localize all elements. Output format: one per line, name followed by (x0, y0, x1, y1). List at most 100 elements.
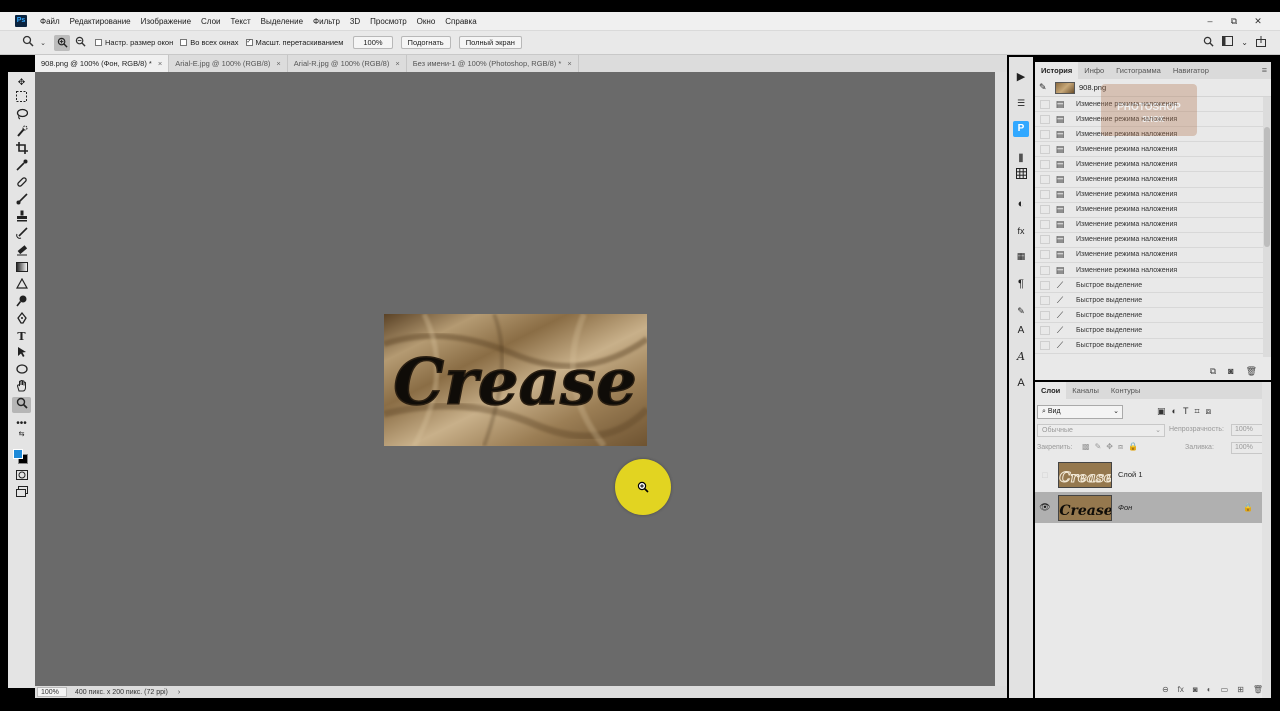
play-icon[interactable]: ▶ (1013, 69, 1029, 85)
type-filter-icon[interactable]: T (1183, 406, 1189, 417)
marquee-tool-icon[interactable] (12, 91, 31, 107)
history-brush-source-checkbox[interactable] (1040, 341, 1050, 351)
trash-icon[interactable]: 🗑 (1246, 366, 1257, 377)
history-item[interactable]: ⟋ Быстрое выделение (1035, 278, 1271, 294)
history-brush-source-checkbox[interactable] (1040, 325, 1050, 335)
blur-tool-icon[interactable] (12, 277, 31, 294)
menu-3d[interactable]: 3D (345, 17, 365, 26)
history-brush-source-checkbox[interactable] (1040, 310, 1050, 320)
minimize-icon[interactable]: – (1198, 16, 1222, 27)
dodge-tool-icon[interactable] (12, 295, 31, 311)
clone-stamp-tool-icon[interactable] (12, 210, 31, 226)
layer-comps-icon[interactable]: ⫼ (1013, 150, 1029, 166)
character-styles-icon[interactable]: A (1013, 323, 1029, 339)
close-tab-icon[interactable]: × (395, 59, 399, 68)
history-item[interactable]: ▤ Изменение режима наложения (1035, 263, 1271, 279)
history-item[interactable]: ▤ Изменение режима наложения (1035, 188, 1271, 203)
smart-object-filter-icon[interactable]: ⧈ (1206, 406, 1212, 417)
close-tab-icon[interactable]: × (567, 59, 571, 68)
history-item[interactable]: ⟋ Быстрое выделение (1035, 323, 1271, 339)
crop-tool-icon[interactable] (12, 142, 31, 158)
eraser-tool-icon[interactable] (12, 244, 31, 260)
swatches-icon[interactable]: ▦ (1013, 248, 1029, 264)
close-tab-icon[interactable]: × (158, 59, 162, 68)
hand-tool-icon[interactable] (12, 379, 31, 396)
path-selection-tool-icon[interactable] (12, 346, 31, 362)
menu-file[interactable]: Файл (35, 17, 65, 26)
menu-help[interactable]: Справка (440, 17, 481, 26)
tab-histogram[interactable]: Гистограмма (1110, 62, 1167, 79)
close-tab-icon[interactable]: × (276, 59, 280, 68)
zoom-percent-button[interactable]: 100% (353, 36, 393, 49)
history-item[interactable]: ⟋ Быстрое выделение (1035, 308, 1271, 324)
lock-position-icon[interactable]: ✥ (1106, 442, 1113, 452)
history-brush-source-checkbox[interactable] (1040, 220, 1050, 230)
restore-icon[interactable]: ⧉ (1222, 16, 1246, 27)
history-brush-source-checkbox[interactable] (1040, 144, 1050, 154)
zoom-tool-preset-icon[interactable] (18, 35, 38, 50)
layer-name[interactable]: Слой 1 (1118, 470, 1143, 479)
menu-image[interactable]: Изображение (136, 17, 196, 26)
tab-info[interactable]: Инфо (1078, 62, 1110, 79)
shape-filter-icon[interactable]: ⌗ (1194, 406, 1199, 417)
tab-navigator[interactable]: Навигатор (1167, 62, 1215, 79)
quick-selection-tool-icon[interactable] (12, 125, 31, 141)
type-tool-icon[interactable]: T (12, 329, 31, 345)
history-brush-tool-icon[interactable] (12, 227, 31, 243)
history-item[interactable]: ⟋ Быстрое выделение (1035, 339, 1271, 354)
history-item[interactable]: ▤ Изменение режима наложения (1035, 172, 1271, 188)
new-document-from-state-icon[interactable]: ⧉ (1210, 366, 1216, 377)
adjustment-filter-icon[interactable]: ◐ (1172, 406, 1177, 417)
history-item[interactable]: ⟋ Быстрое выделение (1035, 293, 1271, 309)
tab-arial-e[interactable]: Arial-E.jpg @ 100% (RGB/8) × (169, 55, 288, 72)
eye-icon[interactable]: 👁 (1038, 502, 1052, 513)
history-item[interactable]: ▤ Изменение режима наложения (1035, 218, 1271, 233)
chevron-down-icon[interactable]: ⌄ (38, 39, 48, 47)
brush-settings-icon[interactable]: ✎ (1013, 303, 1029, 319)
panel-menu-icon[interactable]: ≡ (1262, 62, 1267, 79)
new-layer-icon[interactable]: ⊞ (1237, 685, 1244, 694)
scrubby-zoom-checkbox[interactable]: ✓ Масшт. перетаскиванием (245, 38, 343, 47)
history-item[interactable]: ▤ Изменение режима наложения (1035, 142, 1271, 158)
menu-edit[interactable]: Редактирование (65, 17, 136, 26)
layer-row-layer-1[interactable]: □ Crease Слой 1 (1035, 459, 1263, 490)
visibility-toggle-off-icon[interactable]: □ (1038, 470, 1052, 480)
tab-layers[interactable]: Слои (1035, 382, 1067, 399)
history-scrollbar[interactable] (1263, 97, 1271, 357)
menu-layers[interactable]: Слои (196, 17, 225, 26)
history-brush-source-checkbox[interactable] (1040, 99, 1050, 109)
gradient-tool-icon[interactable] (12, 261, 31, 277)
history-brush-source-checkbox[interactable] (1040, 295, 1050, 305)
history-item[interactable]: ▤ Изменение режима наложения (1035, 203, 1271, 218)
plugin-p-icon[interactable]: P (1013, 121, 1029, 137)
history-item[interactable]: ▤ Изменение режима наложения (1035, 157, 1271, 173)
resize-windows-checkbox[interactable]: Настр. размер окон (95, 38, 173, 47)
adjustments-icon[interactable]: ◐ (1013, 196, 1029, 212)
fit-screen-button[interactable]: Подогнать (400, 36, 451, 49)
grid-icon[interactable] (1013, 168, 1029, 184)
camera-icon[interactable]: ◙ (1228, 366, 1233, 376)
menu-select[interactable]: Выделение (256, 17, 308, 26)
history-brush-source-checkbox[interactable] (1040, 159, 1050, 169)
status-zoom[interactable]: 100% (37, 687, 67, 697)
fx-icon[interactable]: fx (1178, 685, 1184, 694)
close-icon[interactable]: ✕ (1246, 16, 1270, 27)
layer-row-background[interactable]: 👁 Crease Фон 🔒 (1035, 492, 1263, 523)
character-icon[interactable]: A (1013, 375, 1029, 391)
tab-arial-r[interactable]: Arial-R.jpg @ 100% (RGB/8) × (288, 55, 407, 72)
document-image[interactable]: Crease (384, 314, 647, 446)
eyedropper-tool-icon[interactable] (12, 159, 31, 175)
glyphs-icon[interactable]: A (1013, 349, 1029, 365)
zoom-in-icon[interactable] (54, 34, 70, 51)
swap-colors-icon[interactable]: ⇆ (12, 430, 31, 440)
tab-history[interactable]: История (1035, 62, 1079, 79)
menu-view[interactable]: Просмотр (365, 17, 412, 26)
foreground-color-swatch[interactable] (13, 449, 23, 459)
layer-name[interactable]: Фон (1118, 503, 1132, 512)
fill-screen-button[interactable]: Полный экран (458, 36, 522, 49)
history-brush-source-checkbox[interactable] (1040, 280, 1050, 290)
all-windows-checkbox[interactable]: Во всех окнах (180, 38, 239, 47)
history-brush-source-icon[interactable]: ✎ (1039, 82, 1051, 93)
workspace-icon[interactable] (1222, 36, 1234, 49)
healing-brush-tool-icon[interactable] (12, 176, 31, 192)
